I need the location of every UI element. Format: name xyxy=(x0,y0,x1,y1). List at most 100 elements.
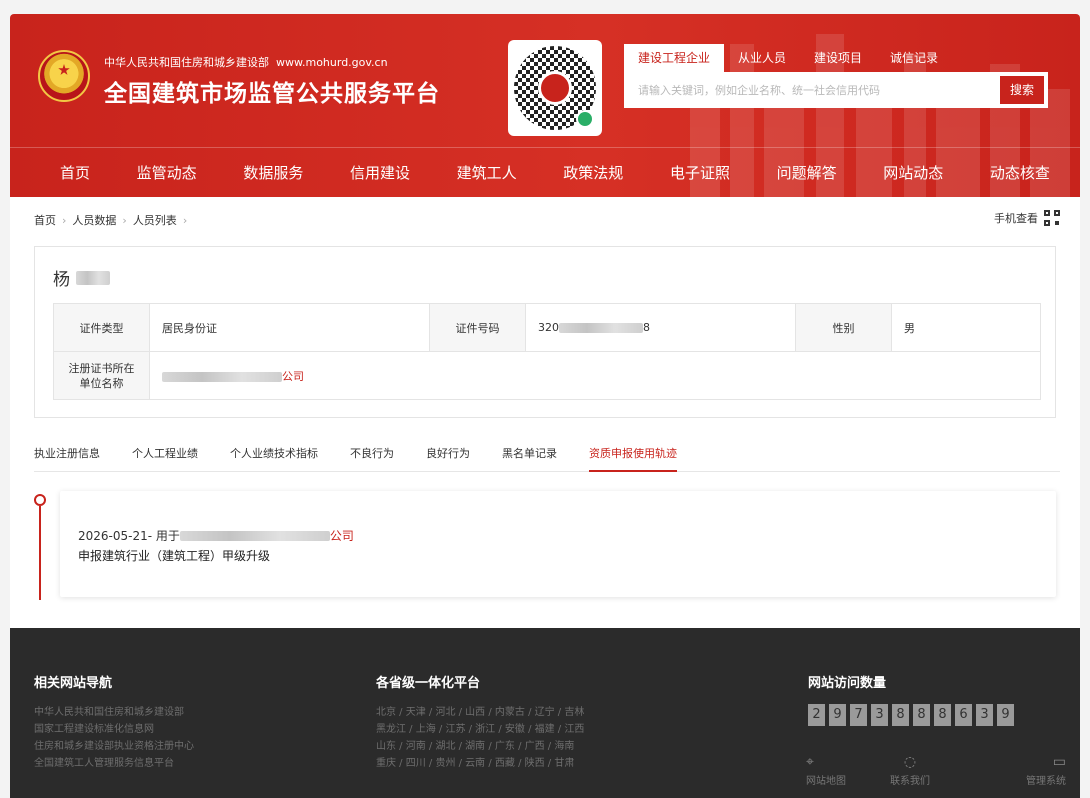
mobile-view-link[interactable]: 手机查看 xyxy=(994,210,1060,226)
timeline-entry-meta: 2026-05-21 - 用于 公司 xyxy=(78,527,354,544)
nav-policy[interactable]: 政策法规 xyxy=(563,148,623,197)
person-surname: 杨 xyxy=(53,270,70,290)
timeline-company-suffix[interactable]: 公司 xyxy=(330,527,354,544)
tab-good-behavior[interactable]: 良好行为 xyxy=(410,440,486,471)
counter-digit: 9 xyxy=(829,704,846,726)
counter-digit: 3 xyxy=(976,704,993,726)
counter-digit: 6 xyxy=(955,704,972,726)
nav-credit[interactable]: 信用建设 xyxy=(350,148,410,197)
breadcrumb-person-data[interactable]: 人员数据 xyxy=(72,212,116,228)
site-map-link[interactable]: ⌖ 网站地图 xyxy=(806,754,858,787)
province-line[interactable]: 山东 / 河南 / 湖北 / 湖南 / 广东 / 广西 / 海南 xyxy=(376,738,584,755)
id-type-value: 居民身份证 xyxy=(149,303,430,352)
tab-performance[interactable]: 个人工程业绩 xyxy=(116,440,214,471)
search-tab-enterprise[interactable]: 建设工程企业 xyxy=(624,44,725,72)
nav-verification[interactable]: 动态核查 xyxy=(990,148,1050,197)
counter-digit: 8 xyxy=(892,704,909,726)
tab-blacklist[interactable]: 黑名单记录 xyxy=(486,440,573,471)
page-shell: 中华人民共和国住房和城乡建设部 www.mohurd.gov.cn 全国建筑市场… xyxy=(10,14,1080,798)
ministry-url[interactable]: www.mohurd.gov.cn xyxy=(276,56,388,69)
counter-digit: 8 xyxy=(913,704,930,726)
chevron-right-icon: › xyxy=(182,213,188,227)
province-line[interactable]: 重庆 / 四川 / 贵州 / 云南 / 西藏 / 陕西 / 甘肃 xyxy=(376,755,584,772)
footer-link[interactable]: 住房和城乡建设部执业资格注册中心 xyxy=(34,738,194,755)
chevron-right-icon: › xyxy=(122,213,127,227)
person-card: 杨 证件类型 居民身份证 证件号码 320 8 性别 男 注册证书所在 单位名称 xyxy=(34,246,1056,418)
counter-digit: 7 xyxy=(850,704,867,726)
nav-supervision-news[interactable]: 监管动态 xyxy=(137,148,197,197)
search-button[interactable]: 搜索 xyxy=(1000,76,1044,104)
footer-shortcuts: ⌖ 网站地图 ◌ 联系我们 ▭ 管理系统 xyxy=(806,754,1066,787)
redacted-company xyxy=(162,371,282,382)
mobile-view-label: 手机查看 xyxy=(994,212,1038,225)
search-input[interactable] xyxy=(624,72,994,108)
footer-link[interactable]: 国家工程建设标准化信息网 xyxy=(34,721,194,738)
timeline-entry: 2026-05-21 - 用于 公司 申报建筑行业（建筑工程）甲级升级 xyxy=(60,491,1056,597)
search-tab-credit[interactable]: 诚信记录 xyxy=(876,44,952,72)
wechat-icon xyxy=(576,110,594,128)
timeline-prefix: - 用于 xyxy=(147,529,180,543)
search-tabs: 建设工程企业 从业人员 建设项目 诚信记录 xyxy=(624,44,952,72)
counter-digit: 3 xyxy=(871,704,888,726)
national-emblem-icon xyxy=(38,50,90,102)
gender-value: 男 xyxy=(891,303,1041,352)
timeline-description: 申报建筑行业（建筑工程）甲级升级 xyxy=(78,549,271,563)
company-label: 注册证书所在 单位名称 xyxy=(53,351,150,400)
nav-data-service[interactable]: 数据服务 xyxy=(243,148,303,197)
footer-link[interactable]: 全国建筑工人管理服务信息平台 xyxy=(34,755,194,772)
gender-label: 性别 xyxy=(795,303,892,352)
person-info-table: 证件类型 居民身份证 证件号码 320 8 性别 男 注册证书所在 单位名称 公司 xyxy=(53,303,1041,400)
nav-site-news[interactable]: 网站动态 xyxy=(883,148,943,197)
tab-bad-behavior[interactable]: 不良行为 xyxy=(334,440,410,471)
tab-tech-indicators[interactable]: 个人业绩技术指标 xyxy=(214,440,334,471)
site-header: 中华人民共和国住房和城乡建设部 www.mohurd.gov.cn 全国建筑市场… xyxy=(10,14,1080,197)
timeline-line xyxy=(39,506,41,600)
ministry-name: 中华人民共和国住房和城乡建设部 xyxy=(104,56,269,69)
redacted-name xyxy=(76,270,110,285)
id-no-value: 320 8 xyxy=(525,303,796,352)
redacted-id xyxy=(559,323,643,333)
site-footer: 相关网站导航 中华人民共和国住房和城乡建设部 国家工程建设标准化信息网 住房和城… xyxy=(10,628,1080,798)
miniprogram-qr-code xyxy=(508,40,602,136)
footer-province-title: 各省级一体化平台 xyxy=(376,676,481,691)
site-title[interactable]: 全国建筑市场监管公共服务平台 xyxy=(104,74,440,108)
breadcrumb: 首页 › 人员数据 › 人员列表 › xyxy=(34,212,187,228)
company-label-line-2: 单位名称 xyxy=(79,376,124,390)
qr-code-icon xyxy=(1044,210,1060,226)
counter-digit: 2 xyxy=(808,704,825,726)
nav-home[interactable]: 首页 xyxy=(60,148,90,197)
contact-us-link[interactable]: ◌ 联系我们 xyxy=(858,754,962,787)
footer-nav-title: 相关网站导航 xyxy=(34,676,113,691)
map-pin-icon: ⌖ xyxy=(806,754,814,770)
id-no-label: 证件号码 xyxy=(429,303,526,352)
footer-visits-title: 网站访问数量 xyxy=(808,676,887,691)
timeline-date: 2026-05-21 xyxy=(78,528,148,543)
breadcrumb-person-list[interactable]: 人员列表 xyxy=(133,212,177,228)
nav-faq[interactable]: 问题解答 xyxy=(777,148,837,197)
site-map-label: 网站地图 xyxy=(806,776,846,787)
page: 中华人民共和国住房和城乡建设部 www.mohurd.gov.cn 全国建筑市场… xyxy=(0,0,1090,798)
company-value[interactable]: 公司 xyxy=(149,351,1041,400)
province-line[interactable]: 黑龙江 / 上海 / 江苏 / 浙江 / 安徽 / 福建 / 江西 xyxy=(376,721,584,738)
chevron-right-icon: › xyxy=(62,213,67,227)
counter-digit: 8 xyxy=(934,704,951,726)
chat-icon: ◌ xyxy=(903,754,917,770)
search-tab-personnel[interactable]: 从业人员 xyxy=(724,44,800,72)
visit-counter: 2 9 7 3 8 8 8 6 3 9 xyxy=(808,704,1014,726)
breadcrumb-home[interactable]: 首页 xyxy=(34,212,56,228)
counter-digit: 9 xyxy=(997,704,1014,726)
search-tab-project[interactable]: 建设项目 xyxy=(800,44,876,72)
company-label-line-1: 注册证书所在 xyxy=(68,361,135,375)
main-nav: 首页 监管动态 数据服务 信用建设 建筑工人 政策法规 电子证照 问题解答 网站… xyxy=(10,147,1080,197)
monitor-icon: ▭ xyxy=(1052,754,1066,770)
footer-nav-links: 中华人民共和国住房和城乡建设部 国家工程建设标准化信息网 住房和城乡建设部执业资… xyxy=(34,704,194,772)
admin-system-link[interactable]: ▭ 管理系统 xyxy=(962,754,1066,787)
tab-qualification-trace[interactable]: 资质申报使用轨迹 xyxy=(573,440,693,472)
province-line[interactable]: 北京 / 天津 / 河北 / 山西 / 内蒙古 / 辽宁 / 吉林 xyxy=(376,704,584,721)
search-box: 搜索 xyxy=(624,72,1048,108)
footer-link[interactable]: 中华人民共和国住房和城乡建设部 xyxy=(34,704,194,721)
nav-e-license[interactable]: 电子证照 xyxy=(670,148,730,197)
nav-workers[interactable]: 建筑工人 xyxy=(457,148,517,197)
company-suffix: 公司 xyxy=(282,369,304,383)
tab-registration[interactable]: 执业注册信息 xyxy=(34,440,116,471)
